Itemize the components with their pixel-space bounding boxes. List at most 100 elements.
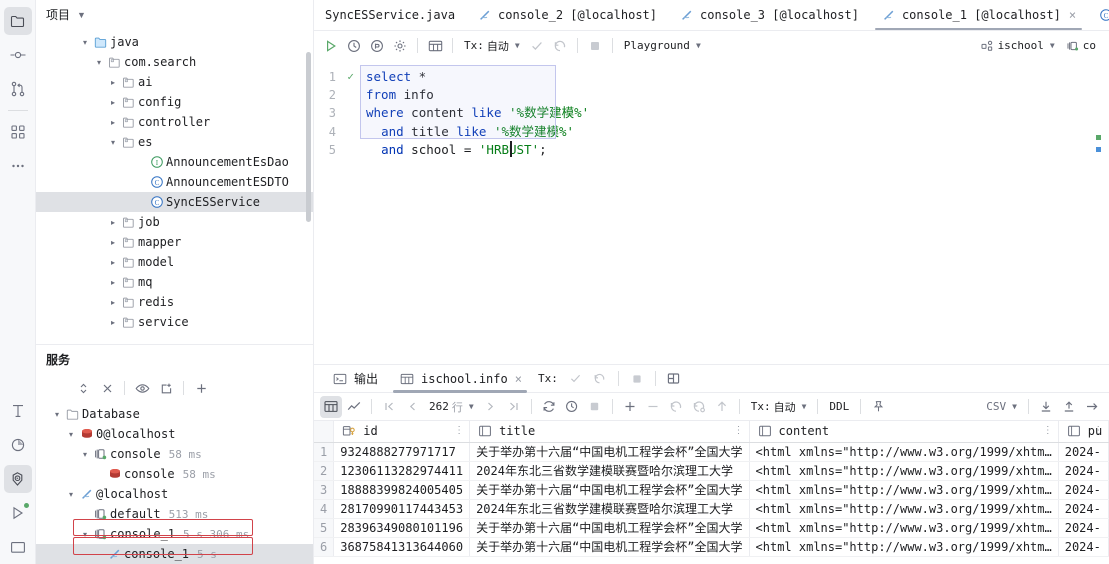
sql-editor[interactable]: 1 ✓ 2 3 4 5 select * from info where content li…	[314, 61, 1109, 365]
results-table[interactable]: id ⋮ title ⋮ content ⋮ pu ⋮ 1 9324888277971717 关于举…	[314, 421, 1109, 557]
add-icon[interactable]	[190, 377, 212, 399]
grid-tx-selector[interactable]: Tx: 自动 ▼	[746, 396, 812, 418]
chevron-down-icon[interactable]: ▾	[78, 530, 92, 539]
connection-selector[interactable]: co	[1061, 35, 1101, 57]
column-menu-icon[interactable]: ⋮	[1043, 425, 1053, 436]
column-menu-icon[interactable]: ⋮	[454, 425, 464, 436]
project-tree[interactable]: ▾ java ▾ com.search ▸ ai ▸ config ▸ controller ▾ es…	[36, 30, 313, 344]
cell-title[interactable]: 关于举办第十六届“中国电机工程学会杯”全国大学	[469, 518, 750, 538]
row-number[interactable]: 6	[314, 537, 335, 557]
editor-tab[interactable]: CSyncDataTask.java	[1087, 0, 1109, 30]
commit-icon[interactable]	[565, 368, 587, 390]
tree-item[interactable]: C AnnouncementESDTO	[36, 172, 313, 192]
tree-item[interactable]: ▸ mapper	[36, 232, 313, 252]
plugins-icon[interactable]	[4, 118, 32, 146]
editor-tab[interactable]: console_3 [@localhost]	[668, 0, 870, 30]
tree-item[interactable]: ▸ job	[36, 212, 313, 232]
schema-selector[interactable]: Playground ▼	[619, 35, 706, 57]
refresh-icon[interactable]	[538, 396, 560, 418]
error-stripe-marker[interactable]	[1096, 135, 1101, 140]
stop-icon[interactable]	[584, 35, 606, 57]
export-icon[interactable]	[1081, 396, 1103, 418]
chevron-right-icon[interactable]: ▸	[106, 218, 120, 227]
table-row[interactable]: 1 9324888277971717 关于举办第十六届“中国电机工程学会杯”全国大学…	[314, 442, 1109, 462]
stop-icon[interactable]	[584, 396, 606, 418]
editor-tab[interactable]: console_1 [@localhost] ×	[870, 0, 1087, 30]
cell-title[interactable]: 2024年东北三省数学建模联赛暨哈尔滨理工大学	[469, 499, 750, 519]
cell-pub[interactable]: 2024-	[1058, 461, 1109, 481]
tree-item[interactable]: ▸ ai	[36, 72, 313, 92]
cell-pub[interactable]: 2024-	[1058, 537, 1109, 557]
add-row-icon[interactable]	[619, 396, 641, 418]
table-row[interactable]: 6 36875841313644060 关于举办第十六届“中国电机工程学会杯”全国大…	[314, 537, 1109, 557]
chevron-down-icon[interactable]: ▾	[106, 138, 120, 147]
pull-requests-icon[interactable]	[4, 75, 32, 103]
cell-title[interactable]: 2024年东北三省数学建模联赛暨哈尔滨理工大学	[469, 461, 750, 481]
cell-title[interactable]: 关于举办第十六届“中国电机工程学会杯”全国大学	[469, 537, 750, 557]
last-page-icon[interactable]	[503, 396, 525, 418]
column-header-pub[interactable]: pu ⋮	[1058, 421, 1109, 443]
cell-id[interactable]: 28170990117443453	[333, 499, 471, 519]
tree-item[interactable]: ▾ Database	[36, 404, 313, 424]
row-number[interactable]: 4	[314, 499, 335, 519]
cell-content[interactable]: <html xmlns="http://www.w3.org/1999/xhtm…	[749, 442, 1059, 462]
cell-pub[interactable]: 2024-	[1058, 442, 1109, 462]
previous-page-icon[interactable]	[401, 396, 423, 418]
column-header-content[interactable]: content ⋮	[749, 421, 1059, 443]
chevron-down-icon[interactable]: ▾	[64, 490, 78, 499]
upload-icon[interactable]	[1058, 396, 1080, 418]
chevron-down-icon[interactable]: ▾	[50, 410, 64, 419]
chevron-right-icon[interactable]: ▸	[106, 98, 120, 107]
column-menu-icon[interactable]: ⋮	[734, 425, 744, 436]
profiler-icon[interactable]	[4, 431, 32, 459]
result-tx-label[interactable]: Tx:	[533, 368, 563, 390]
first-page-icon[interactable]	[378, 396, 400, 418]
row-number[interactable]: 5	[314, 518, 335, 538]
cell-title[interactable]: 关于举办第十六届“中国电机工程学会杯”全国大学	[469, 442, 750, 462]
terminal-icon[interactable]	[4, 533, 32, 561]
column-header-id[interactable]: id ⋮	[333, 421, 471, 443]
table-row[interactable]: 2 12306113282974411 2024年东北三省数学建模联赛暨哈尔滨理工大…	[314, 461, 1109, 481]
results-tab-bar[interactable]: 输出 ischool.info × Tx:	[314, 365, 1109, 393]
error-stripe-marker-2[interactable]	[1096, 147, 1101, 152]
chevron-right-icon[interactable]: ▸	[106, 278, 120, 287]
chevron-down-icon[interactable]: ▾	[78, 38, 92, 47]
chevron-down-icon[interactable]: ▾	[92, 58, 106, 67]
gear-icon[interactable]	[389, 35, 411, 57]
cell-id[interactable]: 36875841313644060	[333, 537, 471, 557]
query-history-icon[interactable]	[561, 396, 583, 418]
ddl-button[interactable]: DDL	[824, 396, 854, 418]
column-header-title[interactable]: title ⋮	[469, 421, 750, 443]
tree-item[interactable]: default 513 ms	[36, 504, 313, 524]
column-menu-icon[interactable]: ⋮	[1093, 425, 1103, 436]
run-icon[interactable]	[4, 499, 32, 527]
tree-item[interactable]: ▸ model	[36, 252, 313, 272]
cell-content[interactable]: <html xmlns="http://www.w3.org/1999/xhtm…	[749, 518, 1059, 538]
cell-content[interactable]: <html xmlns="http://www.w3.org/1999/xhtm…	[749, 480, 1059, 500]
chevron-right-icon[interactable]: ▸	[106, 258, 120, 267]
split-icon[interactable]	[663, 368, 685, 390]
table-row[interactable]: 5 28396349080101196 关于举办第十六届“中国电机工程学会杯”全国大…	[314, 518, 1109, 538]
tree-item[interactable]: ▸ service	[36, 312, 313, 332]
download-icon[interactable]	[1035, 396, 1057, 418]
editor-tab-bar[interactable]: SyncESService.java console_2 [@localhost]…	[314, 0, 1109, 31]
chart-view-icon[interactable]	[343, 396, 365, 418]
more-tool-windows-icon[interactable]	[4, 152, 32, 180]
show-icon[interactable]	[131, 377, 153, 399]
table-row[interactable]: 4 28170990117443453 2024年东北三省数学建模联赛暨哈尔滨理工大…	[314, 499, 1109, 519]
history-icon[interactable]	[343, 35, 365, 57]
datasource-selector[interactable]: ischool ▼	[976, 35, 1060, 57]
tree-item[interactable]: ▸ mq	[36, 272, 313, 292]
result-tab[interactable]: 输出	[322, 366, 387, 392]
chevron-down-icon[interactable]: ▾	[64, 430, 78, 439]
code-content[interactable]: select * from info where content like '%数学…	[360, 61, 1109, 364]
cell-pub[interactable]: 2024-	[1058, 480, 1109, 500]
cell-content[interactable]: <html xmlns="http://www.w3.org/1999/xhtm…	[749, 499, 1059, 519]
commit-icon[interactable]	[4, 41, 32, 69]
services-icon[interactable]	[3, 465, 32, 493]
cell-title[interactable]: 关于举办第十六届“中国电机工程学会杯”全国大学	[469, 480, 750, 500]
stop-icon[interactable]	[96, 377, 118, 399]
cell-id[interactable]: 18888399824005405	[333, 480, 471, 500]
result-tab[interactable]: ischool.info ×	[389, 366, 531, 393]
project-tree-scrollbar[interactable]	[306, 52, 311, 222]
